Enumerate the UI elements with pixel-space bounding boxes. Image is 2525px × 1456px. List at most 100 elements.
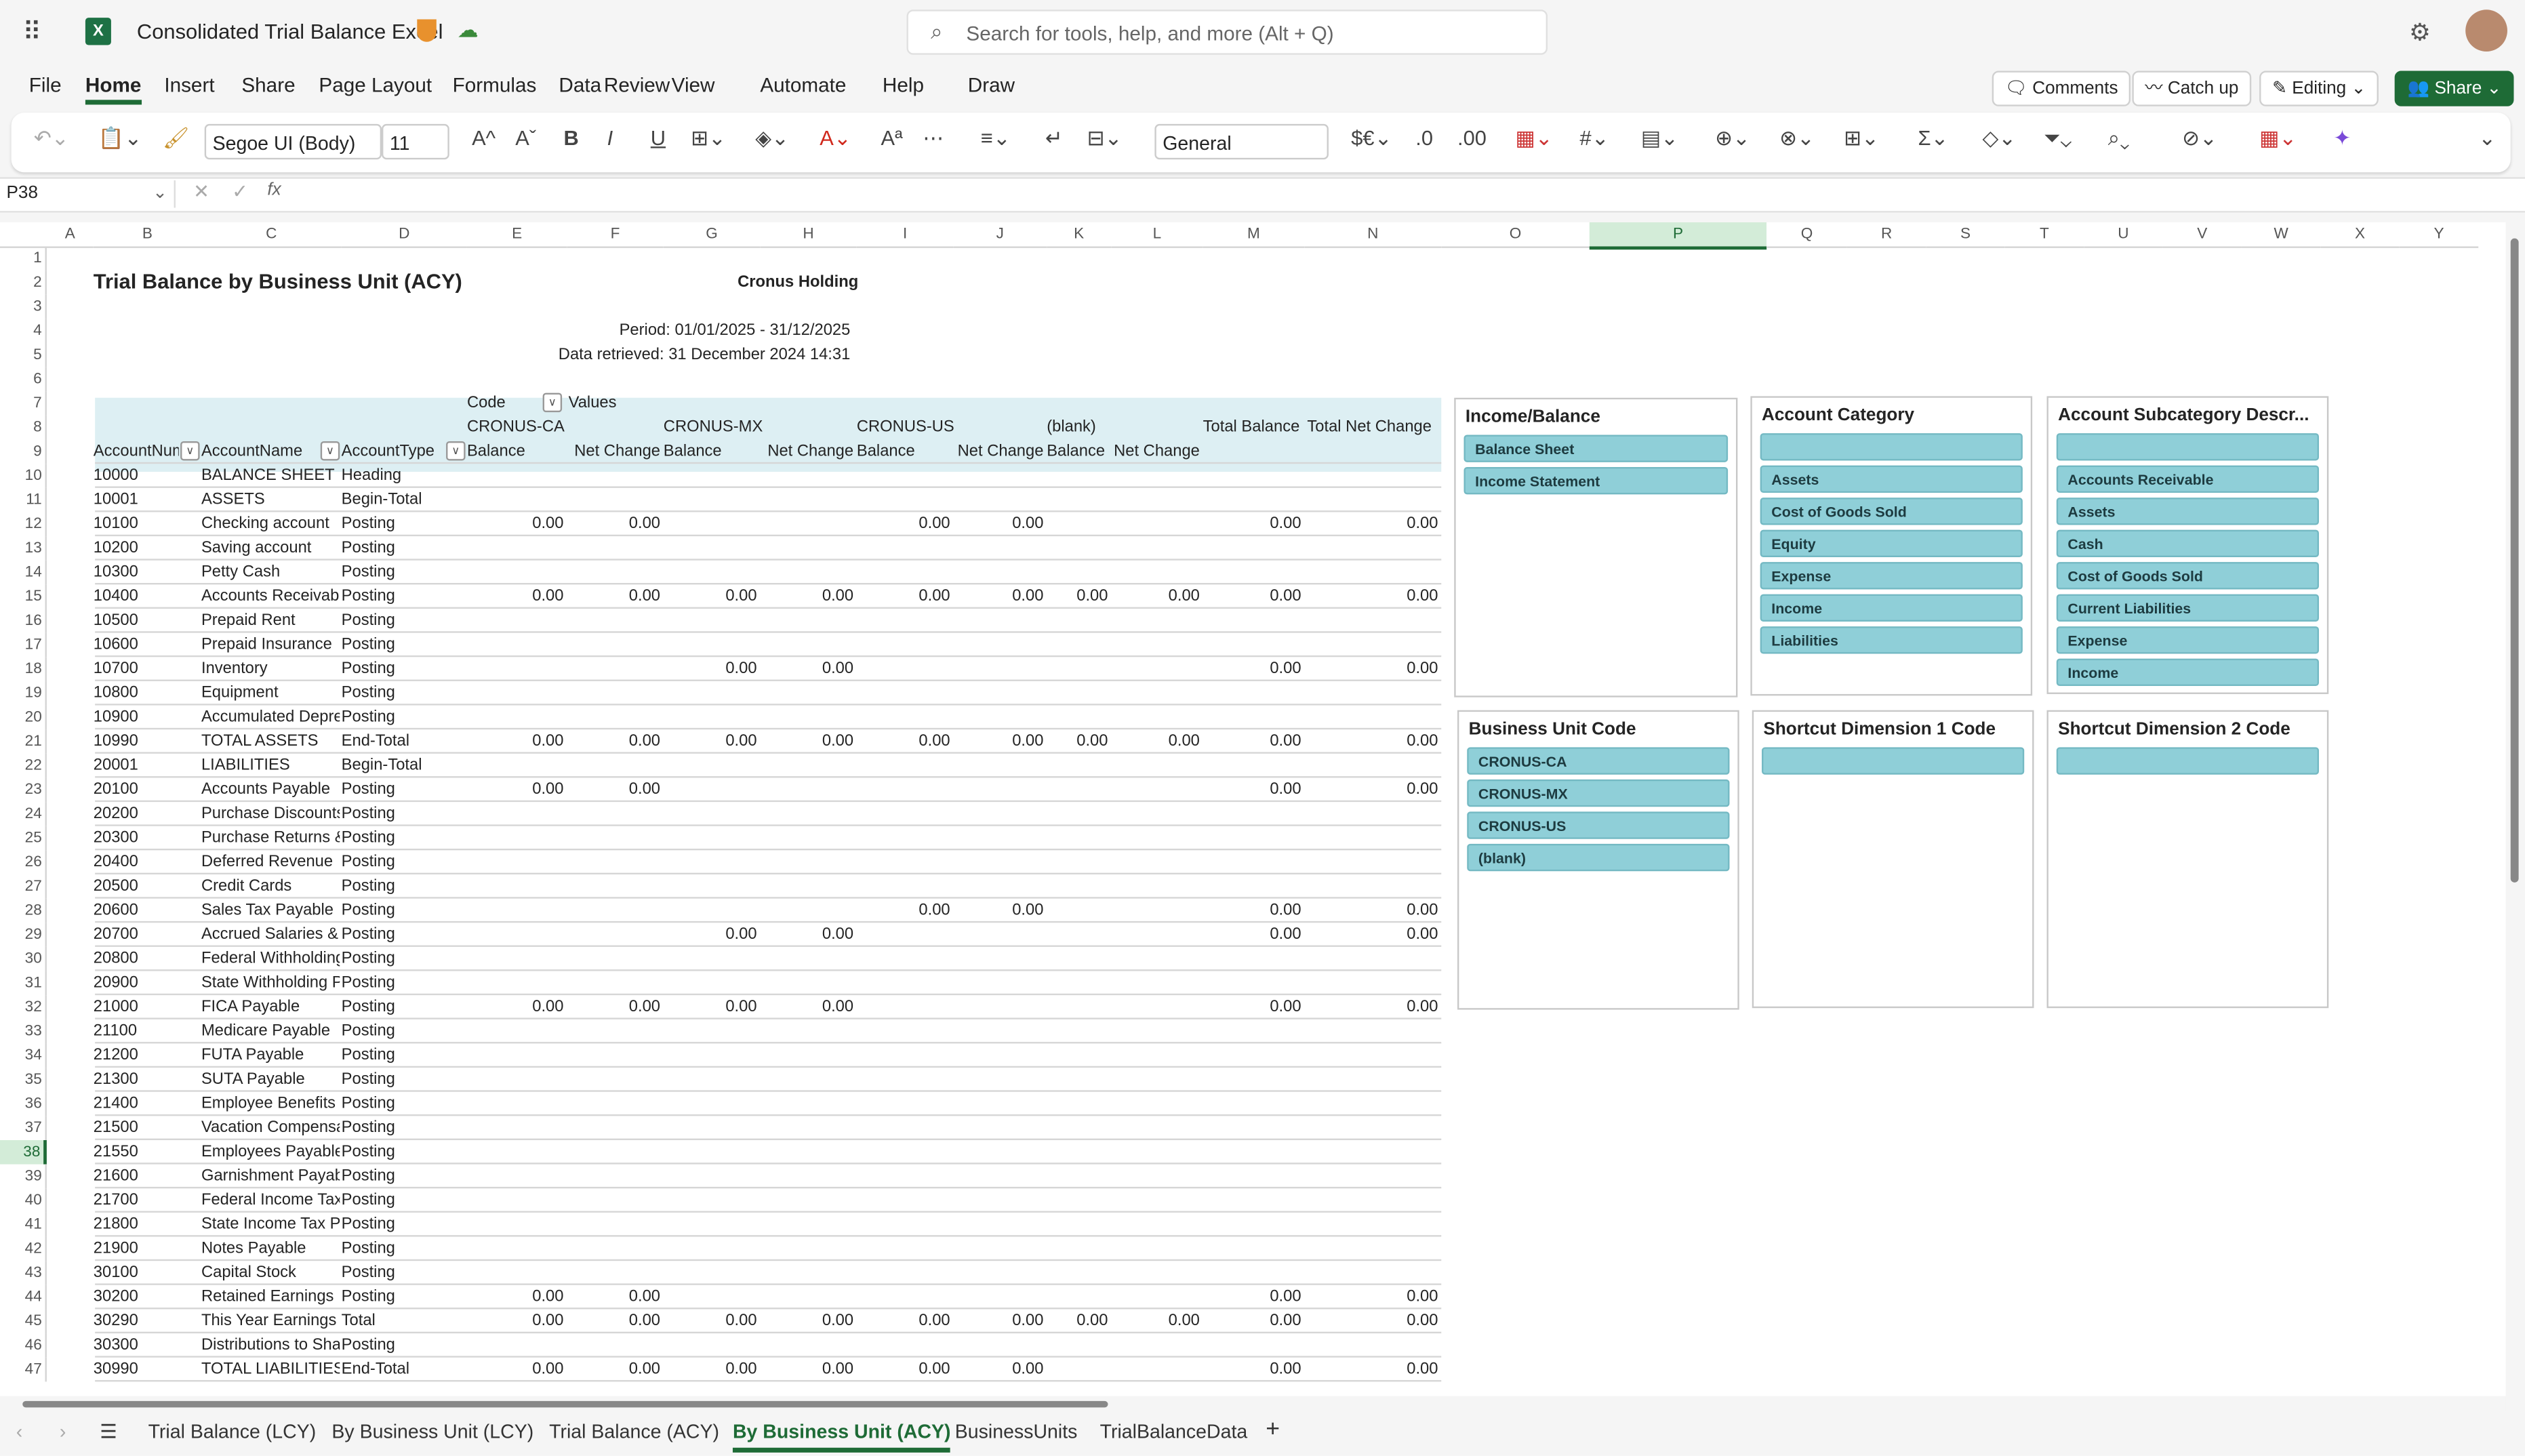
slicer-item[interactable]: Income <box>2056 658 2320 687</box>
merge-icon[interactable]: ⊟⌄ <box>1087 125 1123 151</box>
search-input[interactable]: Search for tools, help, and more (Alt + … <box>906 9 1548 55</box>
row-header-30[interactable]: 30 <box>0 946 47 971</box>
format-cells-icon[interactable]: ⊞⌄ <box>1844 125 1879 151</box>
row-header-filter-dropdown[interactable]: ∨ <box>180 441 200 461</box>
align-icon[interactable]: ≡⌄ <box>981 125 1011 151</box>
column-header-J[interactable]: J <box>953 222 1047 248</box>
code-filter-dropdown[interactable]: ∨ <box>542 392 563 413</box>
row-header-5[interactable]: 5 <box>0 343 47 367</box>
row-header-25[interactable]: 25 <box>0 826 47 851</box>
slicer-item[interactable]: Equity <box>1760 529 2023 557</box>
avatar[interactable] <box>2465 9 2507 52</box>
column-header-W[interactable]: W <box>2241 222 2321 248</box>
formula-input[interactable] <box>312 180 2486 207</box>
row-header-23[interactable]: 23 <box>0 777 47 803</box>
sheet-tab[interactable]: By Business Unit (LCY) <box>331 1420 533 1442</box>
sheet-tab[interactable]: By Business Unit (ACY) <box>732 1420 951 1453</box>
app-launcher-icon[interactable]: ⠿ <box>22 16 41 49</box>
column-header-D[interactable]: D <box>341 222 467 248</box>
menu-tab-help[interactable]: Help <box>883 74 924 96</box>
slicer-item[interactable]: Balance Sheet <box>1463 434 1729 462</box>
row-header-43[interactable]: 43 <box>0 1261 47 1285</box>
column-header-V[interactable]: V <box>2162 222 2242 248</box>
sort-filter-icon[interactable]: ⏷⌄ <box>2044 125 2072 151</box>
column-header-M[interactable]: M <box>1203 222 1305 248</box>
sensitivity-shield-icon[interactable] <box>417 19 437 42</box>
cloud-saved-icon[interactable]: ☁ <box>458 18 479 43</box>
row-header-21[interactable]: 21 <box>0 729 47 754</box>
font-color-icon[interactable]: A⌄ <box>820 125 851 151</box>
copilot-icon[interactable]: ✦ <box>2333 125 2351 151</box>
slicer-item[interactable]: Expense <box>1760 562 2023 590</box>
autosum-icon[interactable]: Σ⌄ <box>1918 125 1948 151</box>
row-header-20[interactable]: 20 <box>0 705 47 730</box>
add-sheet-icon[interactable]: + <box>1266 1415 1280 1442</box>
row-header-35[interactable]: 35 <box>0 1068 47 1092</box>
worksheet-grid[interactable]: A B C D E F G H I J K L M N O P Q R S T U V W X Y 1 2 3 4 5 6 7 8 9 10 11 12… <box>0 222 2506 1396</box>
row-header-19[interactable]: 19 <box>0 681 47 706</box>
row-header-filter-dropdown[interactable]: ∨ <box>320 441 340 461</box>
row-header-6[interactable]: 6 <box>0 367 47 392</box>
column-header-P[interactable]: P <box>1589 222 1767 250</box>
horizontal-scrollbar[interactable] <box>0 1396 2506 1411</box>
menu-tab-view[interactable]: View <box>672 74 715 96</box>
prev-sheet-icon[interactable]: ‹ <box>16 1420 23 1442</box>
number-format-select[interactable]: General <box>1154 123 1329 160</box>
column-header-L[interactable]: L <box>1111 222 1203 248</box>
menu-tab-home[interactable]: Home <box>85 74 142 105</box>
row-header-11[interactable]: 11 <box>0 487 47 512</box>
bold-icon[interactable]: B <box>563 125 578 150</box>
column-header-Q[interactable]: Q <box>1766 222 1847 248</box>
next-sheet-icon[interactable]: › <box>60 1420 66 1442</box>
editing-mode-button[interactable]: ✎ Editing ⌄ <box>2259 70 2379 106</box>
slicer-item[interactable] <box>2056 747 2320 775</box>
row-header-24[interactable]: 24 <box>0 802 47 826</box>
row-header-44[interactable]: 44 <box>0 1285 47 1310</box>
menu-tab-formulas[interactable]: Formulas <box>453 74 537 96</box>
column-header-A[interactable]: A <box>46 222 94 248</box>
row-header-17[interactable]: 17 <box>0 632 47 658</box>
column-header-E[interactable]: E <box>466 222 567 248</box>
column-header-I[interactable]: I <box>856 222 954 248</box>
underline-icon[interactable]: U <box>651 125 666 150</box>
row-header-15[interactable]: 15 <box>0 584 47 609</box>
row-header-46[interactable]: 46 <box>0 1333 47 1358</box>
expand-ribbon-icon[interactable]: ⌄ <box>2478 125 2496 151</box>
column-header-S[interactable]: S <box>1926 222 2005 248</box>
slicer-item[interactable] <box>1762 747 2025 775</box>
cancel-icon[interactable]: ✕ <box>193 180 209 203</box>
conditional-format-icon[interactable]: ▦⌄ <box>1516 125 1553 151</box>
row-header-1[interactable]: 1 <box>0 246 47 271</box>
vertical-scrollbar[interactable] <box>2505 222 2525 1396</box>
clear-icon[interactable]: ◇⌄ <box>1982 125 2016 151</box>
column-header-T[interactable]: T <box>2004 222 2084 248</box>
cell-styles-icon[interactable]: ▤⌄ <box>1641 125 1678 151</box>
row-header-8[interactable]: 8 <box>0 415 47 440</box>
column-header-G[interactable]: G <box>663 222 761 248</box>
row-header-31[interactable]: 31 <box>0 971 47 996</box>
sheet-tab[interactable]: Trial Balance (ACY) <box>549 1420 719 1442</box>
row-header-37[interactable]: 37 <box>0 1116 47 1140</box>
slicer-item[interactable]: Cash <box>2056 529 2320 557</box>
slicer-item[interactable]: Income <box>1760 594 2023 622</box>
borders-icon[interactable]: ⊞⌄ <box>691 125 726 151</box>
row-header-29[interactable]: 29 <box>0 923 47 947</box>
row-header-36[interactable]: 36 <box>0 1091 47 1116</box>
row-header-9[interactable]: 9 <box>0 439 47 464</box>
column-header-O[interactable]: O <box>1441 222 1590 248</box>
fill-color-icon[interactable]: ◈⌄ <box>755 125 789 151</box>
decrease-decimal-icon[interactable]: .00 <box>1457 125 1487 150</box>
row-header-47[interactable]: 47 <box>0 1357 47 1382</box>
column-header-R[interactable]: R <box>1846 222 1926 248</box>
row-header-40[interactable]: 40 <box>0 1188 47 1213</box>
row-header-13[interactable]: 13 <box>0 536 47 561</box>
horizontal-scroll-thumb[interactable] <box>22 1400 1108 1408</box>
font-size-select[interactable]: 11 <box>382 123 449 160</box>
slicer-item[interactable]: CRONUS-US <box>1467 811 1730 839</box>
row-header-38[interactable]: 38 <box>0 1139 47 1165</box>
sheet-tab[interactable]: TrialBalanceData <box>1100 1420 1248 1442</box>
row-header-45[interactable]: 45 <box>0 1309 47 1334</box>
column-header-X[interactable]: X <box>2320 222 2400 248</box>
slicer-item[interactable]: Cost of Goods Sold <box>1760 498 2023 525</box>
column-header-H[interactable]: H <box>760 222 857 248</box>
